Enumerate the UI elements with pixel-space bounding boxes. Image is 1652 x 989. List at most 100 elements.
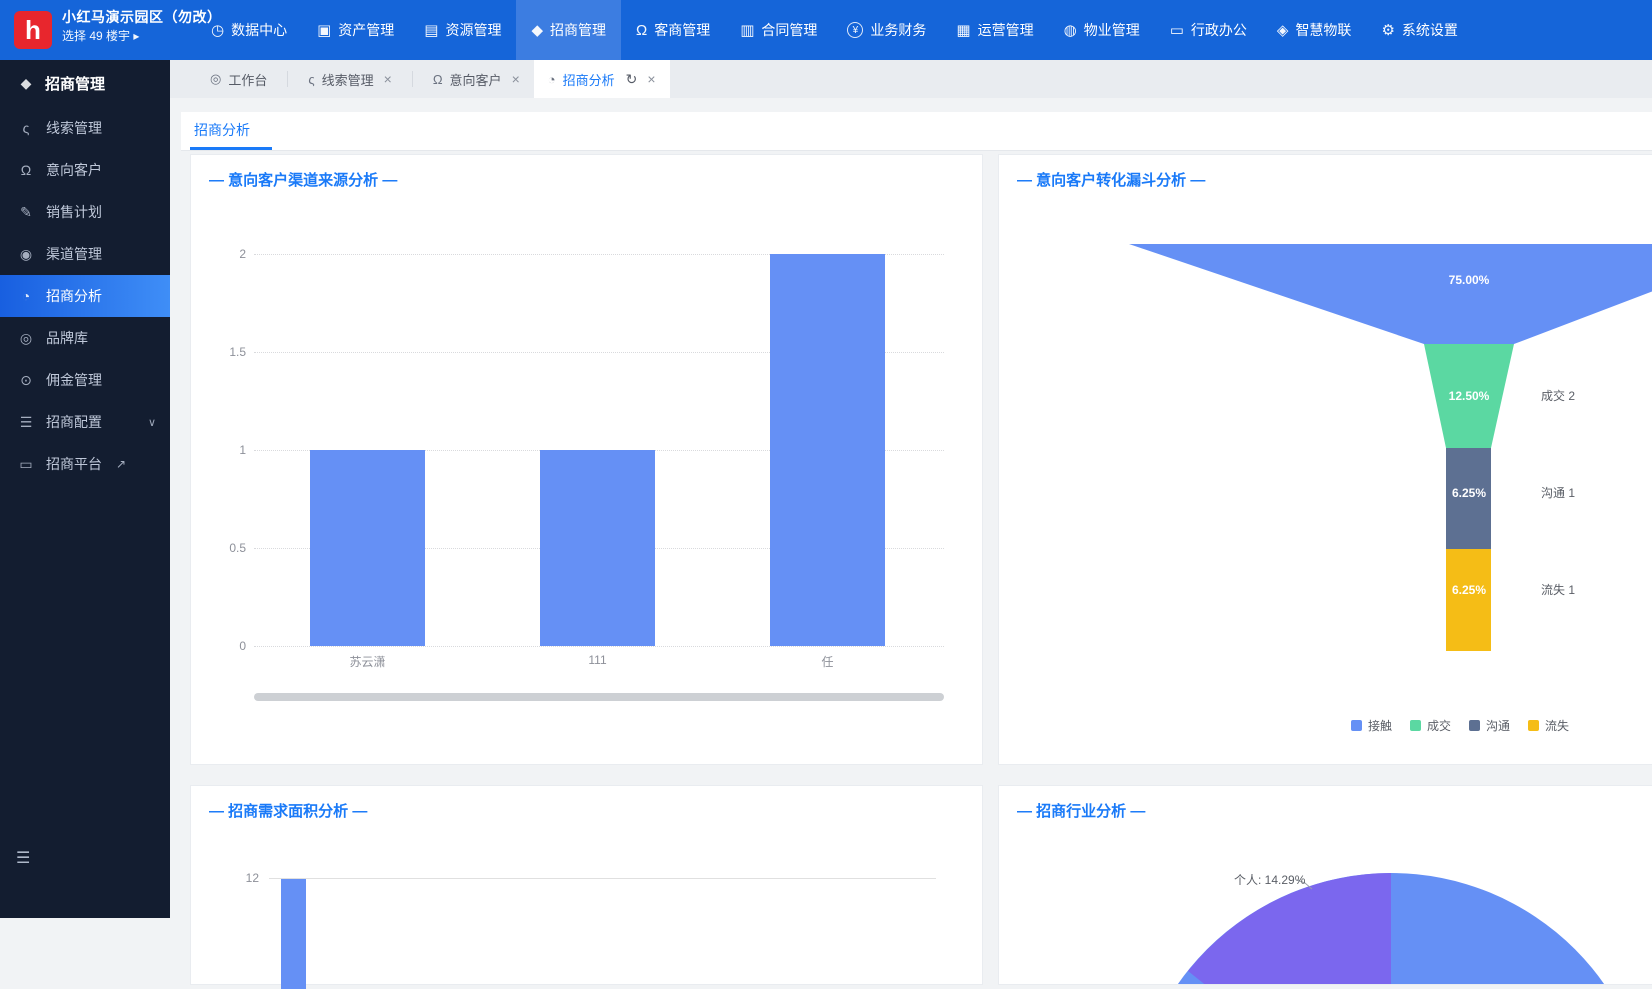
clue-icon: ς (18, 120, 34, 136)
sidebar-item-investment-analysis[interactable]: ◔招商分析 (0, 275, 170, 317)
page-tab-strip: 招商分析 (181, 112, 1652, 151)
card-channel-source-analysis: — 意向客户渠道来源分析 — 2 1.5 1 0.5 0 苏云潇 111 任 (190, 154, 983, 765)
pie-slice-personal[interactable] (1188, 873, 1391, 984)
legend-item-deal[interactable]: 成交 (1410, 717, 1451, 734)
diamond-icon: ◆ (531, 21, 543, 39)
tab-bar: ◎ 工作台 ς 线索管理 × Ω 意向客户 × ◔ 招商分析 ↻ × (170, 60, 1652, 98)
funnel-percent-label: 75.00% (1449, 273, 1490, 287)
page-tab-investment-analysis[interactable]: 招商分析 (190, 112, 276, 149)
coin-icon: ◎ (18, 330, 34, 347)
funnel-stage-lost[interactable] (1446, 549, 1491, 651)
gridline (269, 878, 936, 879)
y-axis-tick: 0 (209, 639, 246, 653)
nav-item-operation[interactable]: ▦运营管理 (941, 0, 1048, 60)
bar-suyunxiao[interactable] (310, 450, 425, 646)
tab-workbench[interactable]: ◎ 工作台 (196, 60, 281, 98)
drop-icon: ◍ (1064, 21, 1077, 39)
arrow-right-icon: ▸ (133, 29, 139, 43)
gridline (254, 646, 944, 647)
contract-icon: ▥ (740, 21, 754, 39)
tab-separator (412, 71, 413, 87)
tab-investment-analysis[interactable]: ◔ 招商分析 ↻ × (534, 60, 670, 98)
funnel-legend: 接触 成交 沟通 流失 (1351, 717, 1569, 734)
coin-icon: ⊙ (18, 372, 34, 389)
nav-item-contract[interactable]: ▥合同管理 (725, 0, 832, 60)
sidebar-item-channel-management[interactable]: ◉渠道管理 (0, 233, 170, 275)
chart-title: — 意向客户渠道来源分析 — (209, 169, 397, 190)
card-industry-analysis: — 招商行业分析 — 个人: 14.29% (998, 785, 1652, 985)
user-icon: Ω (433, 72, 443, 87)
menu-fold-icon[interactable]: ☰ (16, 848, 30, 868)
sidebar-item-investment-platform[interactable]: ▭招商平台↗ (0, 443, 170, 485)
gear-icon: ⚙ (1381, 21, 1394, 39)
funnel-percent-label: 6.25% (1452, 486, 1486, 500)
external-link-icon: ↗ (116, 457, 126, 471)
bar-ren[interactable] (770, 254, 885, 646)
box-icon: ▣ (317, 21, 331, 39)
close-icon[interactable]: × (384, 71, 392, 87)
x-axis-label: 111 (540, 653, 655, 667)
legend-item-communicate[interactable]: 沟通 (1469, 717, 1510, 734)
sidebar-item-clue-management[interactable]: ς线索管理 (0, 107, 170, 149)
sliders-icon: ☰ (18, 414, 34, 431)
tab-clue-management[interactable]: ς 线索管理 × (294, 60, 405, 98)
y-axis-tick: 0.5 (209, 541, 246, 555)
clue-icon: ς (308, 72, 314, 87)
top-navbar: h 小红马演示园区（勿改） 选择 49 楼宇 ▸ ◷数据中心 ▣资产管理 ▤资源… (0, 0, 1652, 60)
y-axis-tick: 1.5 (209, 345, 246, 359)
pie-icon: ◔ (18, 288, 34, 304)
sidebar-item-intent-customers[interactable]: Ω意向客户 (0, 149, 170, 191)
nav-item-investment[interactable]: ◆招商管理 (516, 0, 621, 60)
channel-icon: ◉ (18, 246, 34, 263)
sidebar-item-brand-library[interactable]: ◎品牌库 (0, 317, 170, 359)
horizontal-scrollbar[interactable] (254, 693, 944, 701)
monitor-icon: ▭ (1170, 21, 1184, 39)
funnel-percent-label: 12.50% (1449, 389, 1490, 403)
pen-icon: ✎ (18, 204, 34, 221)
clock-icon: ◷ (211, 21, 224, 39)
nav-item-iot[interactable]: ◈智慧物联 (1262, 0, 1367, 60)
sidebar: ◆ 招商管理 ς线索管理 Ω意向客户 ✎销售计划 ◉渠道管理 ◔招商分析 ◎品牌… (0, 60, 170, 918)
pie-icon: ◔ (548, 72, 556, 87)
funnel-stage-label: 流失 1 (1541, 582, 1575, 597)
funnel-chart: 75.00% 12.50% 6.25% 6.25% 成交 2 沟通 1 流失 1 (999, 155, 1652, 764)
card-conversion-funnel-analysis: — 意向客户转化漏斗分析 — 75.00% 12.50% 6.25% 6.25%… (998, 154, 1652, 765)
tab-intent-customers[interactable]: Ω 意向客户 × (419, 60, 534, 98)
nav-item-resource[interactable]: ▤资源管理 (409, 0, 516, 60)
close-icon[interactable]: × (512, 71, 520, 87)
nav-item-data-center[interactable]: ◷数据中心 (196, 0, 302, 60)
tab-separator (287, 71, 288, 87)
pie-slice-label: 个人: 14.29% (1234, 871, 1305, 888)
sidebar-item-investment-config[interactable]: ☰招商配置∨ (0, 401, 170, 443)
dashboard-icon: ◎ (210, 71, 221, 87)
user-icon: Ω (636, 22, 647, 39)
nav-item-property[interactable]: ◍物业管理 (1049, 0, 1155, 60)
refresh-icon[interactable]: ↻ (626, 71, 638, 88)
card-area-demand-analysis: — 招商需求面积分析 — 12 (190, 785, 983, 985)
chart-title: — 招商需求面积分析 — (209, 800, 367, 821)
nav-item-finance[interactable]: ¥业务财务 (832, 0, 941, 60)
y-axis-tick: 12 (221, 871, 259, 885)
grid-icon: ▦ (956, 21, 970, 39)
sidebar-item-commission[interactable]: ⊙佣金管理 (0, 359, 170, 401)
legend-item-lost[interactable]: 流失 (1528, 717, 1569, 734)
close-icon[interactable]: × (647, 71, 655, 87)
legend-swatch (1528, 720, 1539, 731)
nav-item-settings[interactable]: ⚙系统设置 (1366, 0, 1472, 60)
main-nav: ◷数据中心 ▣资产管理 ▤资源管理 ◆招商管理 Ω客商管理 ▥合同管理 ¥业务财… (196, 0, 1473, 60)
funnel-percent-label: 6.25% (1452, 583, 1486, 597)
nav-item-merchant[interactable]: Ω客商管理 (621, 0, 725, 60)
bar-area-demand[interactable] (281, 879, 306, 989)
sidebar-item-sales-plan[interactable]: ✎销售计划 (0, 191, 170, 233)
nav-item-asset[interactable]: ▣资产管理 (302, 0, 409, 60)
chart-title: — 招商行业分析 — (1017, 800, 1145, 821)
funnel-stage-contact[interactable] (1129, 244, 1652, 344)
nav-item-admin-office[interactable]: ▭行政办公 (1155, 0, 1262, 60)
bar-111[interactable] (540, 450, 655, 646)
app-logo[interactable]: h (14, 11, 52, 49)
legend-swatch (1469, 720, 1480, 731)
active-tab-underline (190, 147, 272, 150)
diamond-icon: ◆ (18, 75, 34, 92)
y-axis-tick: 1 (209, 443, 246, 457)
legend-item-contact[interactable]: 接触 (1351, 717, 1392, 734)
